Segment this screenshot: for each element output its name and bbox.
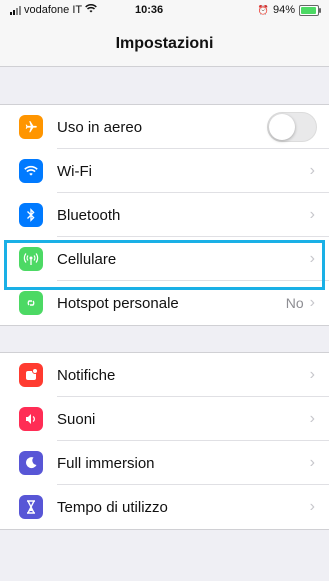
alarm-icon: ⏰ [257, 4, 269, 15]
settings-row-label: Hotspot personale [57, 294, 179, 312]
settings-row-label: Suoni [57, 410, 96, 428]
carrier-info: vodafone IT [10, 4, 97, 16]
notification-icon [19, 363, 43, 387]
settings-row-label: Tempo di utilizzo [57, 498, 168, 516]
airplane-mode-toggle[interactable] [267, 112, 317, 142]
speaker-icon [19, 407, 43, 431]
toggle-knob [269, 114, 295, 140]
moon-icon [19, 451, 43, 475]
settings-row-label: Wi-Fi [57, 162, 92, 180]
hourglass-icon [19, 495, 43, 519]
settings-row-wi-fi[interactable]: Wi-Fi › [0, 149, 329, 193]
airplane-icon [19, 115, 43, 139]
settings-group-connectivity: Uso in aereo Wi-Fi › Bluetooth › Cellulare › Ho… [0, 104, 329, 326]
settings-row-notifiche[interactable]: Notifiche › [0, 353, 329, 397]
settings-row-label: Bluetooth [57, 206, 121, 224]
cellular-antenna-icon [19, 247, 43, 271]
settings-group-notifications: Notifiche › Suoni › Full immersion › Tempo di … [0, 352, 329, 530]
settings-row-label: Cellulare [57, 250, 117, 268]
battery-level [301, 6, 317, 14]
settings-row-tempo-di-utilizzo[interactable]: Tempo di utilizzo › [0, 485, 329, 529]
chevron-right-icon: › [309, 366, 315, 383]
settings-row-label: Notifiche [57, 366, 116, 384]
chevron-right-icon: › [309, 162, 315, 179]
chevron-right-icon: › [309, 498, 315, 515]
settings-row-label: Uso in aereo [57, 118, 143, 136]
signal-strength-icon [10, 5, 21, 15]
bluetooth-icon [19, 203, 43, 227]
settings-row-full-immersion[interactable]: Full immersion › [0, 441, 329, 485]
page-title: Impostazioni [115, 35, 214, 52]
status-bar: vodafone IT 10:36 ⏰ 94% [0, 0, 329, 22]
carrier-name: vodafone IT [24, 4, 83, 16]
chevron-right-icon: › [309, 294, 315, 311]
battery-info: ⏰ 94% [257, 4, 321, 16]
battery-percentage: 94% [272, 4, 295, 16]
wifi-icon [19, 159, 43, 183]
settings-row-value: No [285, 295, 304, 311]
hotspot-icon [19, 291, 43, 315]
settings-row-bluetooth[interactable]: Bluetooth › [0, 193, 329, 237]
chevron-right-icon: › [309, 206, 315, 223]
settings-row-cellulare[interactable]: Cellulare › [0, 237, 329, 281]
chevron-right-icon: › [309, 250, 315, 267]
settings-row-suoni[interactable]: Suoni › [0, 397, 329, 441]
settings-row-label: Full immersion [57, 454, 155, 472]
battery-icon [299, 4, 321, 16]
settings-row-uso-in-aereo[interactable]: Uso in aereo [0, 105, 329, 149]
chevron-right-icon: › [309, 454, 315, 471]
status-time: 10:36 [135, 4, 164, 16]
nav-bar: Impostazioni [0, 22, 329, 67]
chevron-right-icon: › [309, 410, 315, 427]
wifi-status-icon [85, 4, 97, 16]
settings-row-hotspot-personale[interactable]: Hotspot personale No › [0, 281, 329, 325]
